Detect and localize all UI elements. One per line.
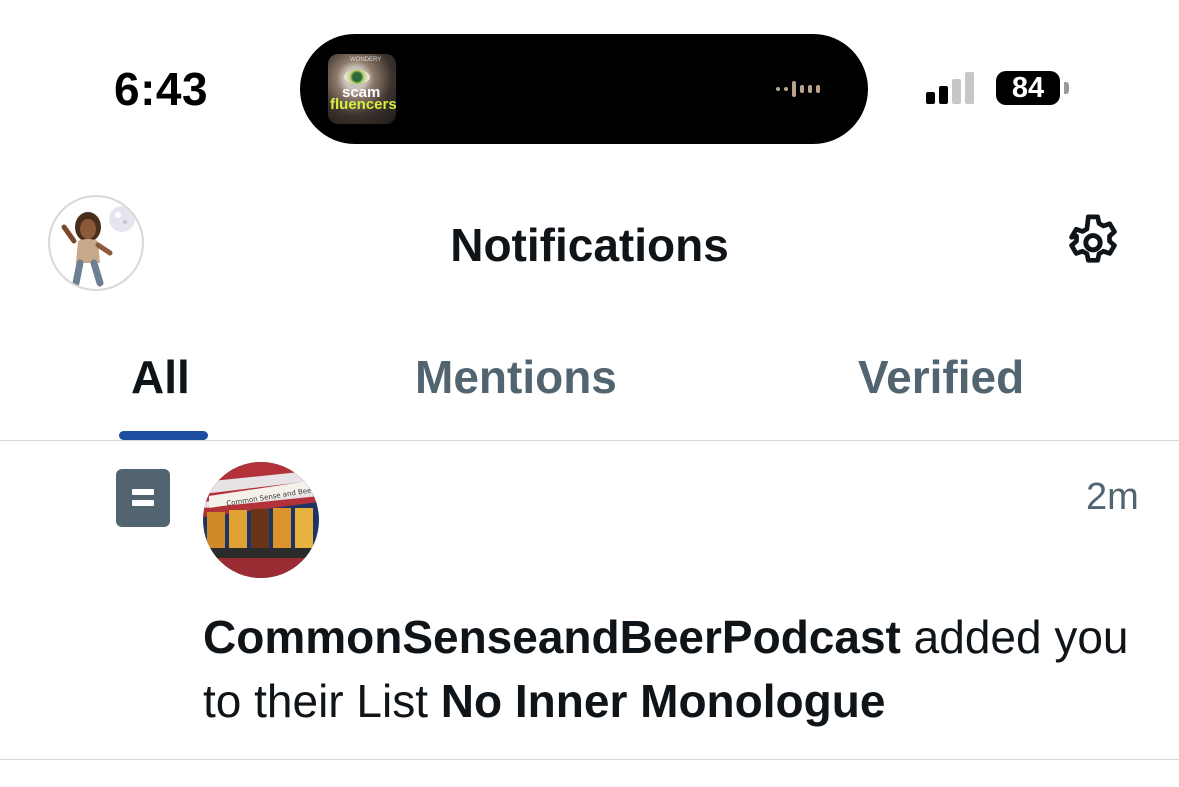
- now-playing-artwork[interactable]: WONDERY scam fluencers: [328, 54, 396, 124]
- battery-indicator: 84: [996, 71, 1060, 105]
- tab-verified[interactable]: Verified: [858, 350, 1024, 404]
- page-title: Notifications: [450, 219, 729, 271]
- gear-icon[interactable]: [1060, 210, 1126, 276]
- notification-divider: [0, 759, 1179, 760]
- battery-cap: [1064, 82, 1069, 94]
- notification-actor-name[interactable]: CommonSenseandBeerPodcast: [203, 611, 901, 663]
- tab-all[interactable]: All: [131, 350, 190, 404]
- dynamic-island[interactable]: WONDERY scam fluencers: [300, 34, 868, 144]
- artwork-eye: [344, 70, 370, 84]
- notification-timestamp: 2m: [1086, 476, 1139, 518]
- list-icon: [116, 469, 170, 527]
- artwork-publisher: WONDERY: [350, 57, 382, 63]
- notification-list-name[interactable]: No Inner Monologue: [441, 675, 886, 727]
- cellular-signal-icon: [926, 72, 974, 104]
- tabs-divider: [0, 440, 1179, 441]
- tab-mentions[interactable]: Mentions: [415, 350, 617, 404]
- notification-avatar[interactable]: Common Sense and Beer: [203, 462, 319, 578]
- notification-text: CommonSenseandBeerPodcast added you to t…: [203, 605, 1153, 733]
- audio-waveform-icon: [776, 81, 820, 97]
- beer-flight-avatar-image: Common Sense and Beer: [203, 462, 319, 578]
- artwork-title-line2: fluencers: [330, 96, 396, 113]
- selected-tab-indicator: [119, 431, 208, 440]
- status-time: 6:43: [114, 63, 209, 115]
